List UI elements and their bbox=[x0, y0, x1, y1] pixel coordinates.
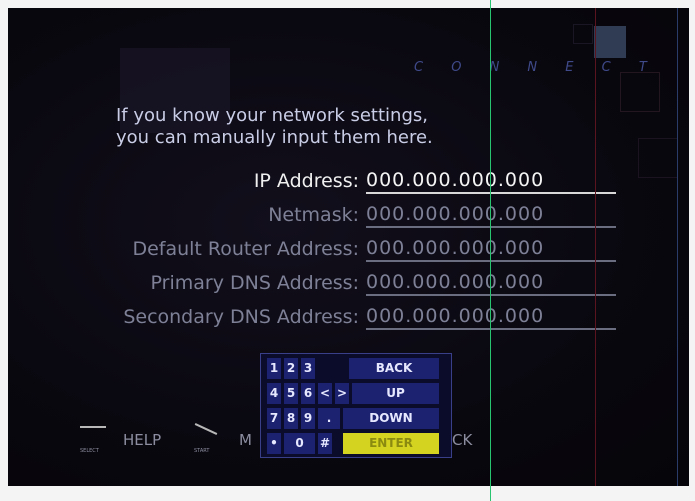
key-3[interactable]: 3 bbox=[301, 358, 315, 379]
scan-line-blue bbox=[677, 8, 678, 486]
key-4[interactable]: 4 bbox=[267, 383, 281, 404]
background-square bbox=[620, 72, 660, 112]
ip-address-field[interactable]: 000.000.000.000 bbox=[366, 168, 616, 194]
select-hint-label: SELECT bbox=[80, 448, 99, 454]
default-router-label: Default Router Address: bbox=[132, 238, 359, 260]
primary-dns-row[interactable]: Primary DNS Address: 000.000.000.000 bbox=[8, 270, 689, 296]
cursor-left-key[interactable]: < bbox=[318, 383, 332, 404]
secondary-dns-row[interactable]: Secondary DNS Address: 000.000.000.000 bbox=[8, 304, 689, 330]
page-title: C O N N E C T bbox=[414, 60, 659, 75]
netmask-field[interactable]: 000.000.000.000 bbox=[366, 202, 616, 228]
background-square bbox=[594, 26, 626, 58]
primary-dns-field[interactable]: 000.000.000.000 bbox=[366, 270, 616, 296]
netmask-row[interactable]: Netmask: 000.000.000.000 bbox=[8, 202, 689, 228]
start-hint-label: START bbox=[194, 448, 210, 454]
tv-frame: C O N N E C T If you know your network s… bbox=[0, 0, 695, 501]
key-2[interactable]: 2 bbox=[284, 358, 298, 379]
start-button-indicator bbox=[194, 423, 218, 435]
ip-address-label: IP Address: bbox=[253, 170, 359, 192]
select-button-indicator bbox=[80, 426, 106, 428]
down-key[interactable]: DOWN bbox=[343, 408, 439, 429]
key-1[interactable]: 1 bbox=[267, 358, 281, 379]
key-9[interactable]: 9 bbox=[301, 408, 315, 429]
key-6[interactable]: 6 bbox=[301, 383, 315, 404]
cursor-right-key[interactable]: > bbox=[335, 383, 349, 404]
enter-key[interactable]: ENTER bbox=[343, 433, 439, 454]
back-key[interactable]: BACK bbox=[349, 358, 439, 379]
back-hint: CK bbox=[452, 431, 473, 449]
primary-dns-label: Primary DNS Address: bbox=[150, 272, 359, 294]
default-router-field[interactable]: 000.000.000.000 bbox=[366, 236, 616, 262]
intro-text: If you know your network settings, you c… bbox=[116, 105, 536, 149]
onscreen-keypad: 1 2 3 BACK 4 5 6 < > UP 7 8 9 . DOWN • 0… bbox=[260, 353, 452, 458]
up-key[interactable]: UP bbox=[352, 383, 439, 404]
bullet-key[interactable]: • bbox=[267, 433, 281, 454]
key-8[interactable]: 8 bbox=[284, 408, 298, 429]
dot-key[interactable]: . bbox=[318, 408, 340, 429]
secondary-dns-label: Secondary DNS Address: bbox=[123, 306, 359, 328]
intro-line-1: If you know your network settings, bbox=[116, 105, 428, 126]
secondary-dns-field[interactable]: 000.000.000.000 bbox=[366, 304, 616, 330]
ip-address-row[interactable]: IP Address: 000.000.000.000 bbox=[8, 168, 689, 194]
intro-line-2: you can manually input them here. bbox=[116, 127, 433, 148]
hash-key[interactable]: # bbox=[318, 433, 332, 454]
key-0[interactable]: 0 bbox=[284, 433, 315, 454]
netmask-label: Netmask: bbox=[268, 204, 359, 226]
network-settings-screen: C O N N E C T If you know your network s… bbox=[8, 8, 689, 486]
key-7[interactable]: 7 bbox=[267, 408, 281, 429]
key-5[interactable]: 5 bbox=[284, 383, 298, 404]
background-square bbox=[573, 24, 593, 44]
menu-hint: M bbox=[239, 431, 252, 449]
default-router-row[interactable]: Default Router Address: 000.000.000.000 bbox=[8, 236, 689, 262]
scan-line-red bbox=[595, 8, 596, 486]
help-hint: HELP bbox=[123, 431, 162, 449]
scan-line-green bbox=[490, 0, 491, 501]
